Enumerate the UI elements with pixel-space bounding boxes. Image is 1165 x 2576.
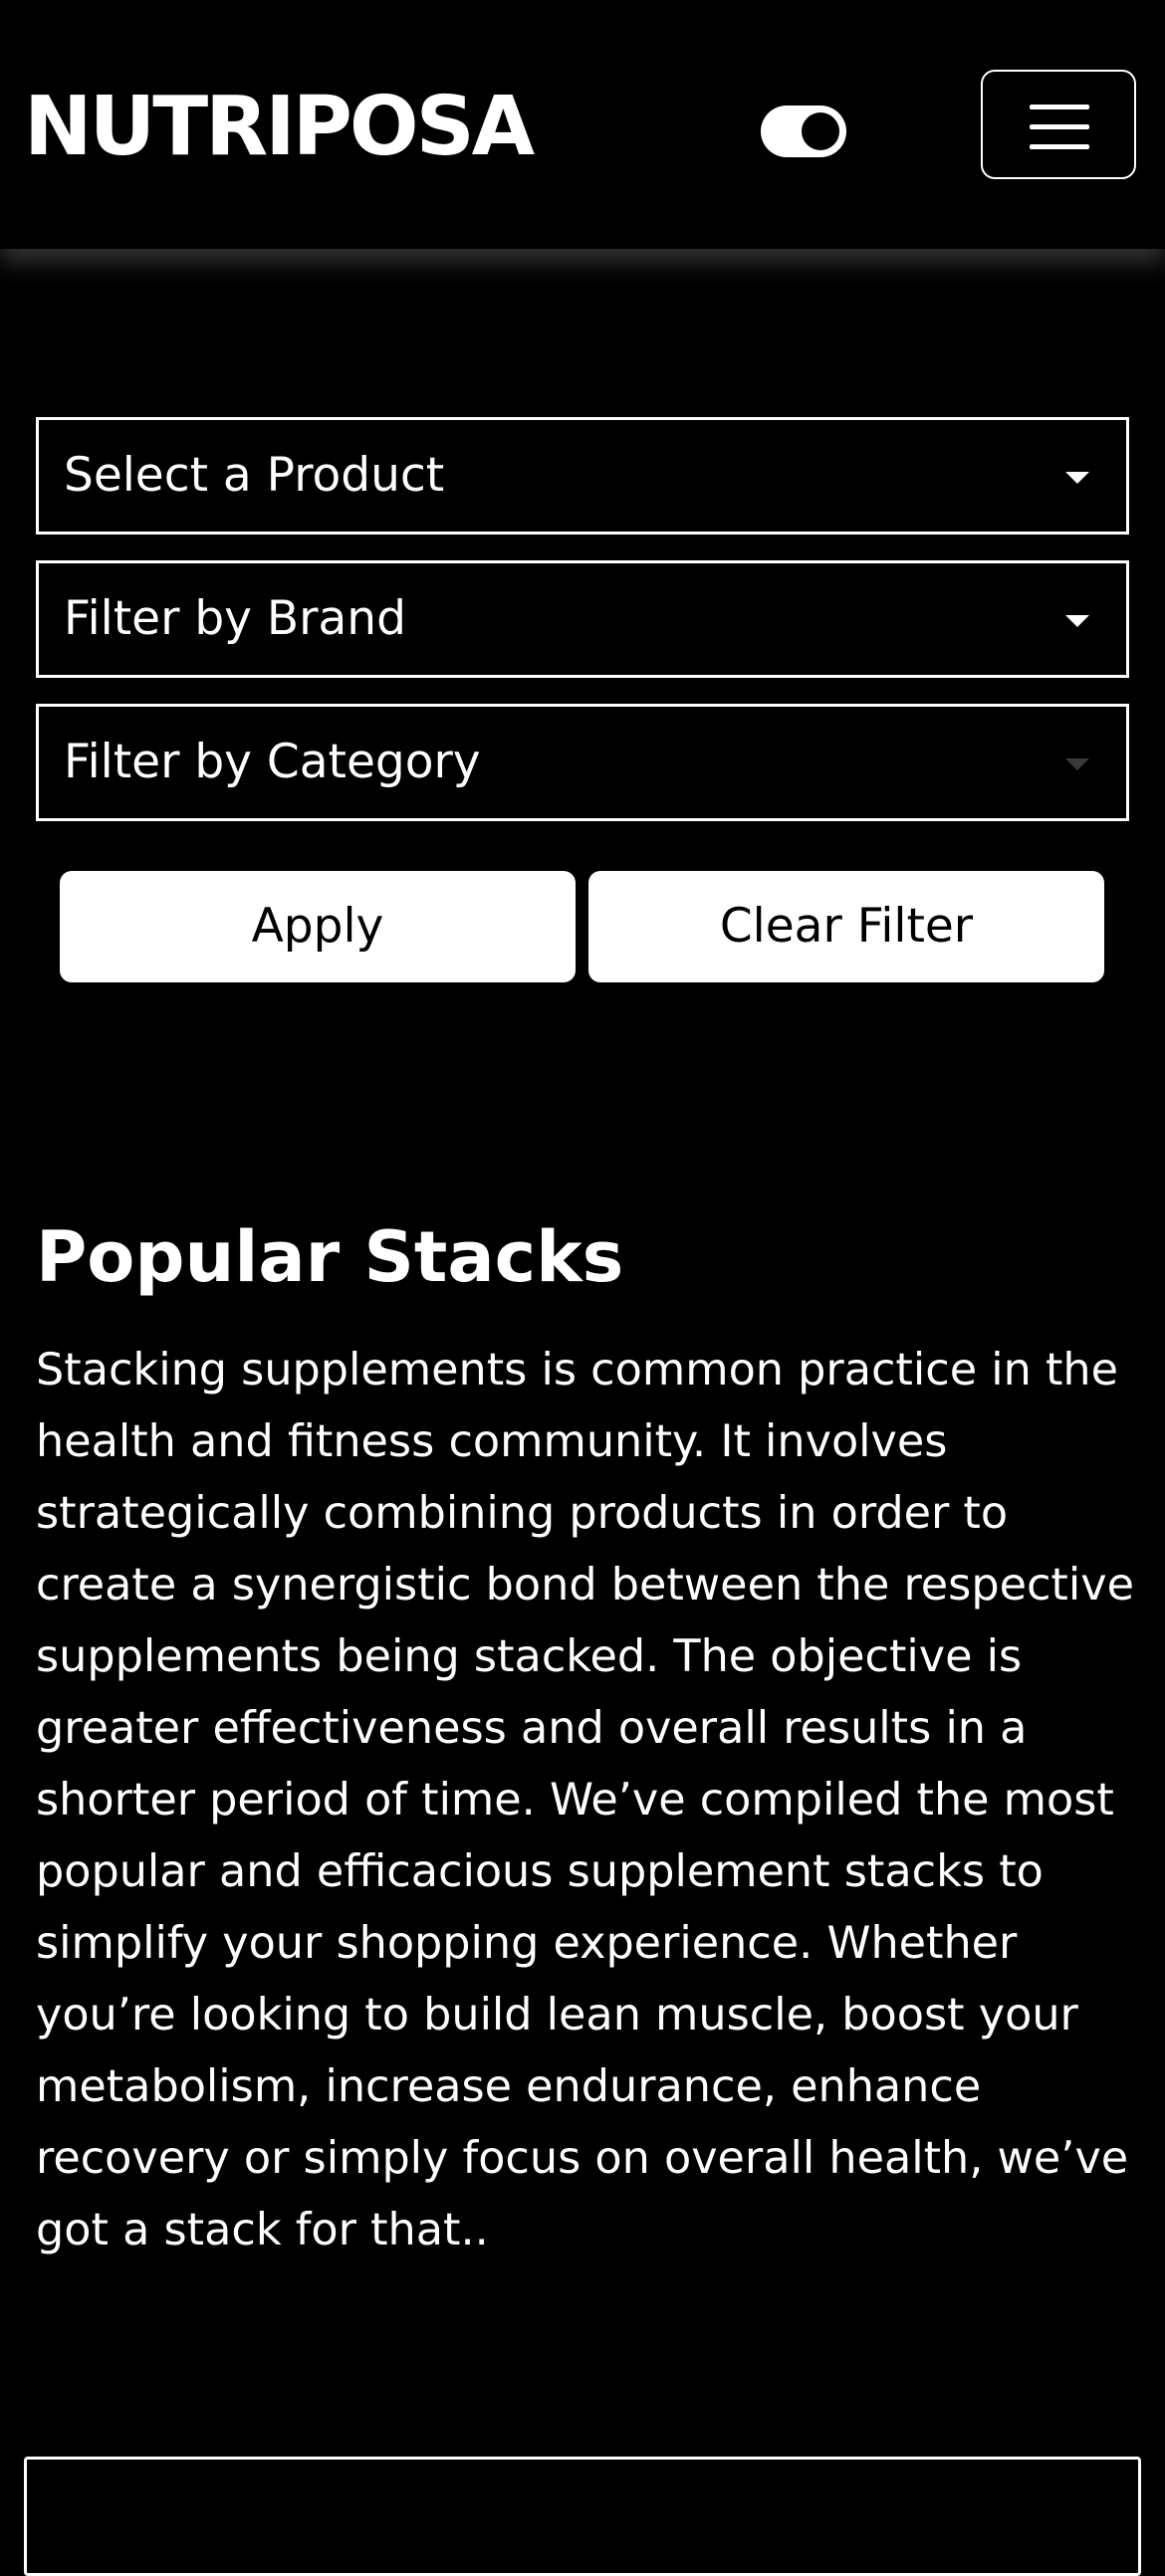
section-title: Popular Stacks [36, 1216, 624, 1298]
category-select-value: Filter by Category [64, 735, 481, 789]
brand-select[interactable]: Filter by Brand [36, 560, 1129, 678]
apply-button[interactable]: Apply [60, 871, 576, 982]
brand-select-value: Filter by Brand [64, 591, 406, 646]
chevron-down-icon [1065, 758, 1089, 770]
product-select-value: Select a Product [64, 448, 445, 503]
chevron-down-icon [1065, 472, 1089, 484]
chevron-down-icon [1065, 615, 1089, 627]
section-description: Stacking supplements is common practice … [36, 1345, 1134, 2255]
hamburger-menu-icon-bar [1030, 124, 1089, 129]
toggle-knob [802, 112, 839, 150]
hamburger-menu-button[interactable] [981, 70, 1136, 179]
hamburger-menu-icon-bar [1030, 144, 1089, 149]
clear-filter-button[interactable]: Clear Filter [588, 871, 1104, 982]
theme-toggle[interactable] [761, 106, 846, 157]
site-header: NUTRIPOSA [0, 0, 1165, 249]
hamburger-menu-icon [1030, 105, 1089, 109]
category-select[interactable]: Filter by Category [36, 704, 1129, 821]
stack-card[interactable] [24, 2457, 1141, 2576]
site-logo[interactable]: NUTRIPOSA [24, 78, 535, 177]
product-select[interactable]: Select a Product [36, 417, 1129, 535]
